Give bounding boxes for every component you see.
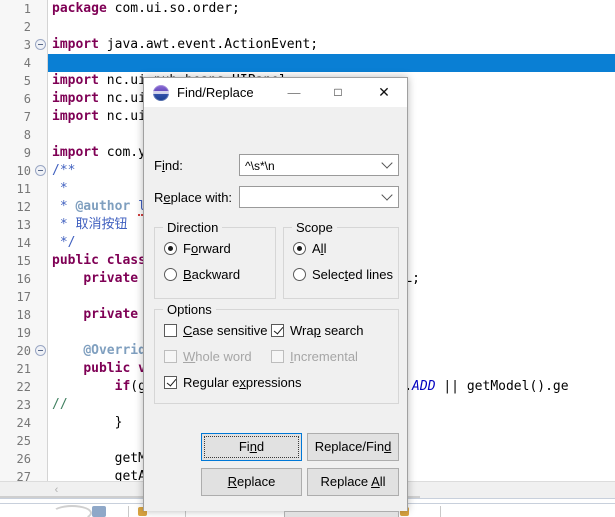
- find-label: Find:: [154, 158, 183, 173]
- line-number: 20: [0, 342, 34, 360]
- line-number: 27: [0, 468, 34, 481]
- replace-find-button[interactable]: Replace/Find: [307, 433, 399, 461]
- code-text: @Override: [83, 343, 154, 358]
- find-input-value: ^\s*\n: [245, 159, 275, 173]
- line-number: 22: [0, 378, 34, 396]
- eclipse-globe-icon: [153, 85, 169, 101]
- toolbar-separator-3: [440, 506, 441, 517]
- checkbox-whole-word-indicator: [164, 350, 177, 363]
- direction-group-title: Direction: [163, 220, 223, 235]
- dialog-titlebar[interactable]: Find/Replace — □ ✕: [144, 78, 407, 108]
- chevron-down-icon[interactable]: [381, 157, 393, 169]
- checkbox-case-sensitive-indicator[interactable]: [164, 324, 177, 337]
- maximize-icon[interactable]: □: [317, 78, 359, 107]
- checkbox-whole-word-label: Whole word: [183, 349, 252, 364]
- line-number: 19: [0, 324, 34, 342]
- radio-selected-lines-label: Selected lines: [312, 267, 393, 282]
- scope-group: Scope All Selected lines: [283, 220, 399, 299]
- code-line[interactable]: 4: [0, 54, 615, 72]
- dialog-body: Find: ^\s*\n Replace with: Direction For…: [144, 108, 407, 517]
- line-number: 8: [0, 126, 34, 144]
- fold-toggle-icon[interactable]: [35, 39, 46, 50]
- code-text: import java.awt.event.ActionEvent;: [52, 37, 319, 52]
- checkbox-incremental-indicator: [271, 350, 284, 363]
- code-text: *: [59, 181, 68, 196]
- toolbar-separator-1: [128, 506, 129, 517]
- arc-decoration-icon: [52, 505, 92, 517]
- replace-input[interactable]: [239, 186, 399, 208]
- line-number: 25: [0, 432, 34, 450]
- line-number: 17: [0, 288, 34, 306]
- line-number: 1: [0, 0, 34, 18]
- line-number: 3: [0, 36, 34, 54]
- close-icon[interactable]: ✕: [363, 78, 405, 107]
- line-number: 15: [0, 252, 34, 270]
- eclipse-find-replace-screen: 1 package com.ui.so.order; 2 3 import java.a…: [0, 0, 615, 517]
- line-number: 18: [0, 306, 34, 324]
- line-number: 23: [0, 396, 34, 414]
- code-text: getAp: [52, 469, 154, 481]
- dialog-title: Find/Replace: [177, 85, 254, 100]
- chevron-down-icon[interactable]: [381, 189, 393, 201]
- line-number: 14: [0, 234, 34, 252]
- minimize-icon[interactable]: —: [273, 78, 315, 107]
- replace-label: Replace with:: [154, 190, 233, 205]
- selection-highlight: [48, 54, 615, 72]
- radio-backward-label: Backward: [183, 267, 241, 282]
- line-number: 10: [0, 162, 34, 180]
- code-text: * @author lc: [52, 198, 154, 216]
- line-number: 21: [0, 360, 34, 378]
- line-number: 24: [0, 414, 34, 432]
- replace-button[interactable]: Replace: [201, 468, 302, 496]
- direction-group: Direction Forward Backward: [154, 220, 276, 299]
- find-button[interactable]: Find: [201, 433, 302, 461]
- radio-backward-indicator[interactable]: [164, 268, 177, 281]
- find-input[interactable]: ^\s*\n: [239, 154, 399, 176]
- line-number: 11: [0, 180, 34, 198]
- radio-forward-indicator[interactable]: [164, 242, 177, 255]
- options-group: Options Case sensitive Wrap search Whole…: [154, 302, 399, 404]
- line-number: 2: [0, 18, 34, 36]
- line-number: 5: [0, 72, 34, 90]
- checkbox-regular-expressions-indicator[interactable]: [164, 376, 177, 389]
- line-number: 4: [0, 54, 34, 72]
- checkbox-case-sensitive-label: Case sensitive: [183, 323, 268, 338]
- line-number: 6: [0, 90, 34, 108]
- line-number: 12: [0, 198, 34, 216]
- code-text: /**: [52, 163, 76, 178]
- line-number: 26: [0, 450, 34, 468]
- find-replace-dialog[interactable]: Find/Replace — □ ✕ Find: ^\s*\n Replace …: [143, 77, 408, 517]
- code-text: */: [59, 235, 76, 250]
- radio-all-indicator[interactable]: [293, 242, 306, 255]
- checkbox-regular-expressions-label: Regular expressions: [183, 375, 302, 390]
- radio-forward-label: Forward: [183, 241, 231, 256]
- options-group-title: Options: [163, 302, 216, 317]
- close-button[interactable]: Close: [284, 511, 399, 517]
- checkbox-wrap-search-label: Wrap search: [290, 323, 364, 338]
- line-number: 9: [0, 144, 34, 162]
- scope-group-title: Scope: [292, 220, 337, 235]
- code-text: * 取消按钮: [59, 217, 128, 232]
- line-number: 16: [0, 270, 34, 288]
- code-line[interactable]: 2: [0, 18, 615, 36]
- checkbox-incremental-label: Incremental: [290, 349, 358, 364]
- line-number: 7: [0, 108, 34, 126]
- code-line[interactable]: 1 package com.ui.so.order;: [0, 0, 615, 18]
- code-text: }: [52, 415, 123, 430]
- radio-all-label: All: [312, 241, 327, 256]
- code-line[interactable]: 3 import java.awt.event.ActionEvent;: [0, 36, 615, 54]
- package-icon: [92, 506, 106, 517]
- code-text: package com.ui.so.order;: [52, 1, 240, 16]
- checkbox-wrap-search-indicator[interactable]: [271, 324, 284, 337]
- fold-toggle-icon[interactable]: [35, 345, 46, 356]
- radio-selected-lines-indicator[interactable]: [293, 268, 306, 281]
- replace-all-button[interactable]: Replace All: [307, 468, 399, 496]
- line-number: 13: [0, 216, 34, 234]
- fold-toggle-icon[interactable]: [35, 165, 46, 176]
